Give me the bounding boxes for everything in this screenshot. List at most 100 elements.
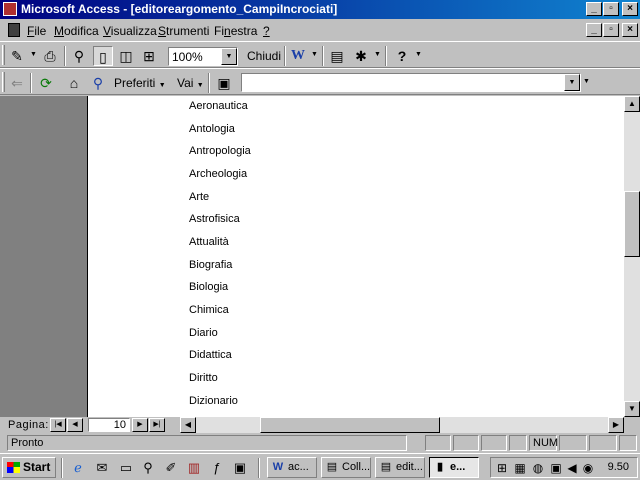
toolbar-grip[interactable] <box>2 72 5 92</box>
menu-modifica[interactable]: Modifica <box>54 24 99 38</box>
paint-icon[interactable]: ✐ <box>163 460 179 476</box>
multiple-pages-icon[interactable]: ⊞ <box>139 46 159 66</box>
menu-strumenti[interactable]: Strumenti <box>158 24 209 38</box>
horizontal-scrollbar[interactable]: ◀ ▶ <box>180 417 624 433</box>
document-icon[interactable] <box>8 23 20 37</box>
report-page: Aeronautica Antologia Antropologia Arche… <box>87 96 624 417</box>
toolbar-separator <box>284 46 286 66</box>
view-dropdown-icon[interactable]: ▼ <box>30 51 37 58</box>
chevron-down-icon[interactable]: ▼ <box>564 74 580 91</box>
clock[interactable]: 9.50 <box>608 461 629 473</box>
task-label: ac... <box>288 461 309 473</box>
new-object-icon[interactable]: ✱ <box>351 46 371 66</box>
menu-help[interactable]: ? <box>263 24 270 38</box>
start-label: Start <box>23 460 51 474</box>
last-page-icon[interactable]: ▶| <box>149 418 165 432</box>
internet-explorer-icon[interactable]: ℯ <box>70 460 86 476</box>
home-icon[interactable]: ⌂ <box>64 73 84 93</box>
start-button[interactable]: Start <box>2 457 56 478</box>
vertical-scroll-thumb[interactable] <box>624 191 640 257</box>
previous-page-icon[interactable]: ◀ <box>67 418 83 432</box>
list-item: Diritto <box>189 372 218 384</box>
close-button[interactable]: × <box>622 2 638 16</box>
task-button[interactable]: ▤ Coll... <box>321 457 371 478</box>
scroll-up-icon[interactable]: ▲ <box>624 96 640 112</box>
doc-close-button[interactable]: × <box>622 23 638 37</box>
status-panel <box>589 435 617 451</box>
volume-icon[interactable]: ◀ <box>564 460 580 476</box>
scroll-right-icon[interactable]: ▶ <box>608 417 624 433</box>
task-label: Coll... <box>342 461 371 473</box>
word-publish-icon[interactable]: W <box>288 46 308 66</box>
windows-logo-icon <box>7 462 20 473</box>
chevron-down-icon[interactable]: ▼ <box>221 48 237 65</box>
go-menu[interactable]: Vai ▼ <box>177 76 204 90</box>
access-app-icon[interactable] <box>3 2 17 16</box>
monitor-icon[interactable]: ▣ <box>232 460 248 476</box>
taskbar: Start ℯ ✉ ▭ ⚲ ✐ ▥ ƒ ▣ W ac... ▤ Coll... … <box>0 453 640 480</box>
outlook-icon[interactable]: ✉ <box>94 460 110 476</box>
favorites-menu[interactable]: Preferiti ▼ <box>114 76 166 90</box>
show-desktop-icon[interactable]: ▭ <box>118 460 134 476</box>
print-preview-toolbar: ✎ ▼ ⎙ ⚲ ▯ ◫ ⊞ 100% ▼ Chiudi W ▼ ▤ ✱ ▼ ? … <box>0 41 640 68</box>
scroll-left-icon[interactable]: ◀ <box>180 417 196 433</box>
back-arrow-icon[interactable]: ⇐ <box>7 73 27 93</box>
print-icon[interactable]: ⎙ <box>40 46 60 66</box>
task-button-active[interactable]: ▮ e... <box>429 457 479 478</box>
display-icon[interactable]: ▣ <box>548 460 564 476</box>
two-pages-icon[interactable]: ◫ <box>116 46 136 66</box>
quick-launch-icon[interactable]: ƒ <box>209 460 225 476</box>
maximize-button[interactable]: ▫ <box>603 2 619 16</box>
one-page-icon[interactable]: ▯ <box>93 46 113 66</box>
zoom-magnifier-icon[interactable]: ⚲ <box>69 46 89 66</box>
status-text: Pronto <box>7 435 407 451</box>
list-item: Chimica <box>189 304 229 316</box>
tools-icon[interactable]: ▥ <box>186 460 202 476</box>
task-button[interactable]: ▤ edit... <box>375 457 425 478</box>
minimize-button[interactable]: _ <box>586 2 602 16</box>
scroll-down-icon[interactable]: ▼ <box>624 401 640 417</box>
menu-finestra[interactable]: Finestra <box>214 24 257 38</box>
show-only-web-toolbar-icon[interactable]: ▣ <box>214 73 234 93</box>
page-label: Pagina: <box>8 419 49 431</box>
find-icon[interactable]: ⚲ <box>140 460 156 476</box>
antivirus-icon[interactable]: ◉ <box>580 460 596 476</box>
globe-icon[interactable]: ◍ <box>530 460 546 476</box>
toolbar-separator <box>30 73 32 93</box>
menu-file[interactable]: File <box>27 24 46 38</box>
task-label: edit... <box>396 461 423 473</box>
status-panel <box>559 435 587 451</box>
scheduler-icon[interactable]: ▦ <box>512 460 528 476</box>
taskbar-separator <box>258 458 260 478</box>
search-web-icon[interactable]: ⚲ <box>88 73 108 93</box>
publish-dropdown-icon[interactable]: ▼ <box>311 51 318 58</box>
menu-bar: File Modifica Visualizza Strumenti Fines… <box>0 20 640 40</box>
access-icon: ▮ <box>436 461 444 473</box>
doc-restore-button[interactable]: ▫ <box>603 23 619 37</box>
toolbar-separator <box>208 73 210 93</box>
zoom-combobox[interactable]: 100% ▼ <box>168 47 238 66</box>
refresh-icon[interactable]: ⟳ <box>36 73 56 93</box>
address-field[interactable]: ▼ <box>241 73 581 92</box>
database-window-icon[interactable]: ▤ <box>327 46 347 66</box>
system-tray: ⊞ ▦ ◍ ▣ ◀ ◉ 9.50 <box>490 457 638 478</box>
next-page-icon[interactable]: ▶ <box>132 418 148 432</box>
vertical-scrollbar[interactable]: ▲ ▼ <box>624 96 640 417</box>
page-number-field[interactable]: 10 <box>88 418 130 432</box>
network-icon[interactable]: ⊞ <box>494 460 510 476</box>
doc-minimize-button[interactable]: _ <box>586 23 602 37</box>
view-design-icon[interactable]: ✎ <box>7 46 27 66</box>
menu-visualizza[interactable]: Visualizza <box>103 24 157 38</box>
toolbar-grip[interactable] <box>2 45 5 65</box>
task-button[interactable]: W ac... <box>267 457 317 478</box>
toolbar-separator <box>385 46 387 66</box>
new-object-dropdown-icon[interactable]: ▼ <box>374 51 381 58</box>
close-preview-button[interactable]: Chiudi <box>247 49 281 63</box>
help-icon[interactable]: ? <box>392 46 412 66</box>
list-item: Archeologia <box>189 168 248 180</box>
toolbar-options-icon[interactable]: ▼ <box>583 78 590 85</box>
taskbar-separator <box>61 458 63 478</box>
horizontal-scroll-thumb[interactable] <box>260 417 440 433</box>
help-dropdown-icon[interactable]: ▼ <box>415 51 422 58</box>
first-page-icon[interactable]: |◀ <box>50 418 66 432</box>
